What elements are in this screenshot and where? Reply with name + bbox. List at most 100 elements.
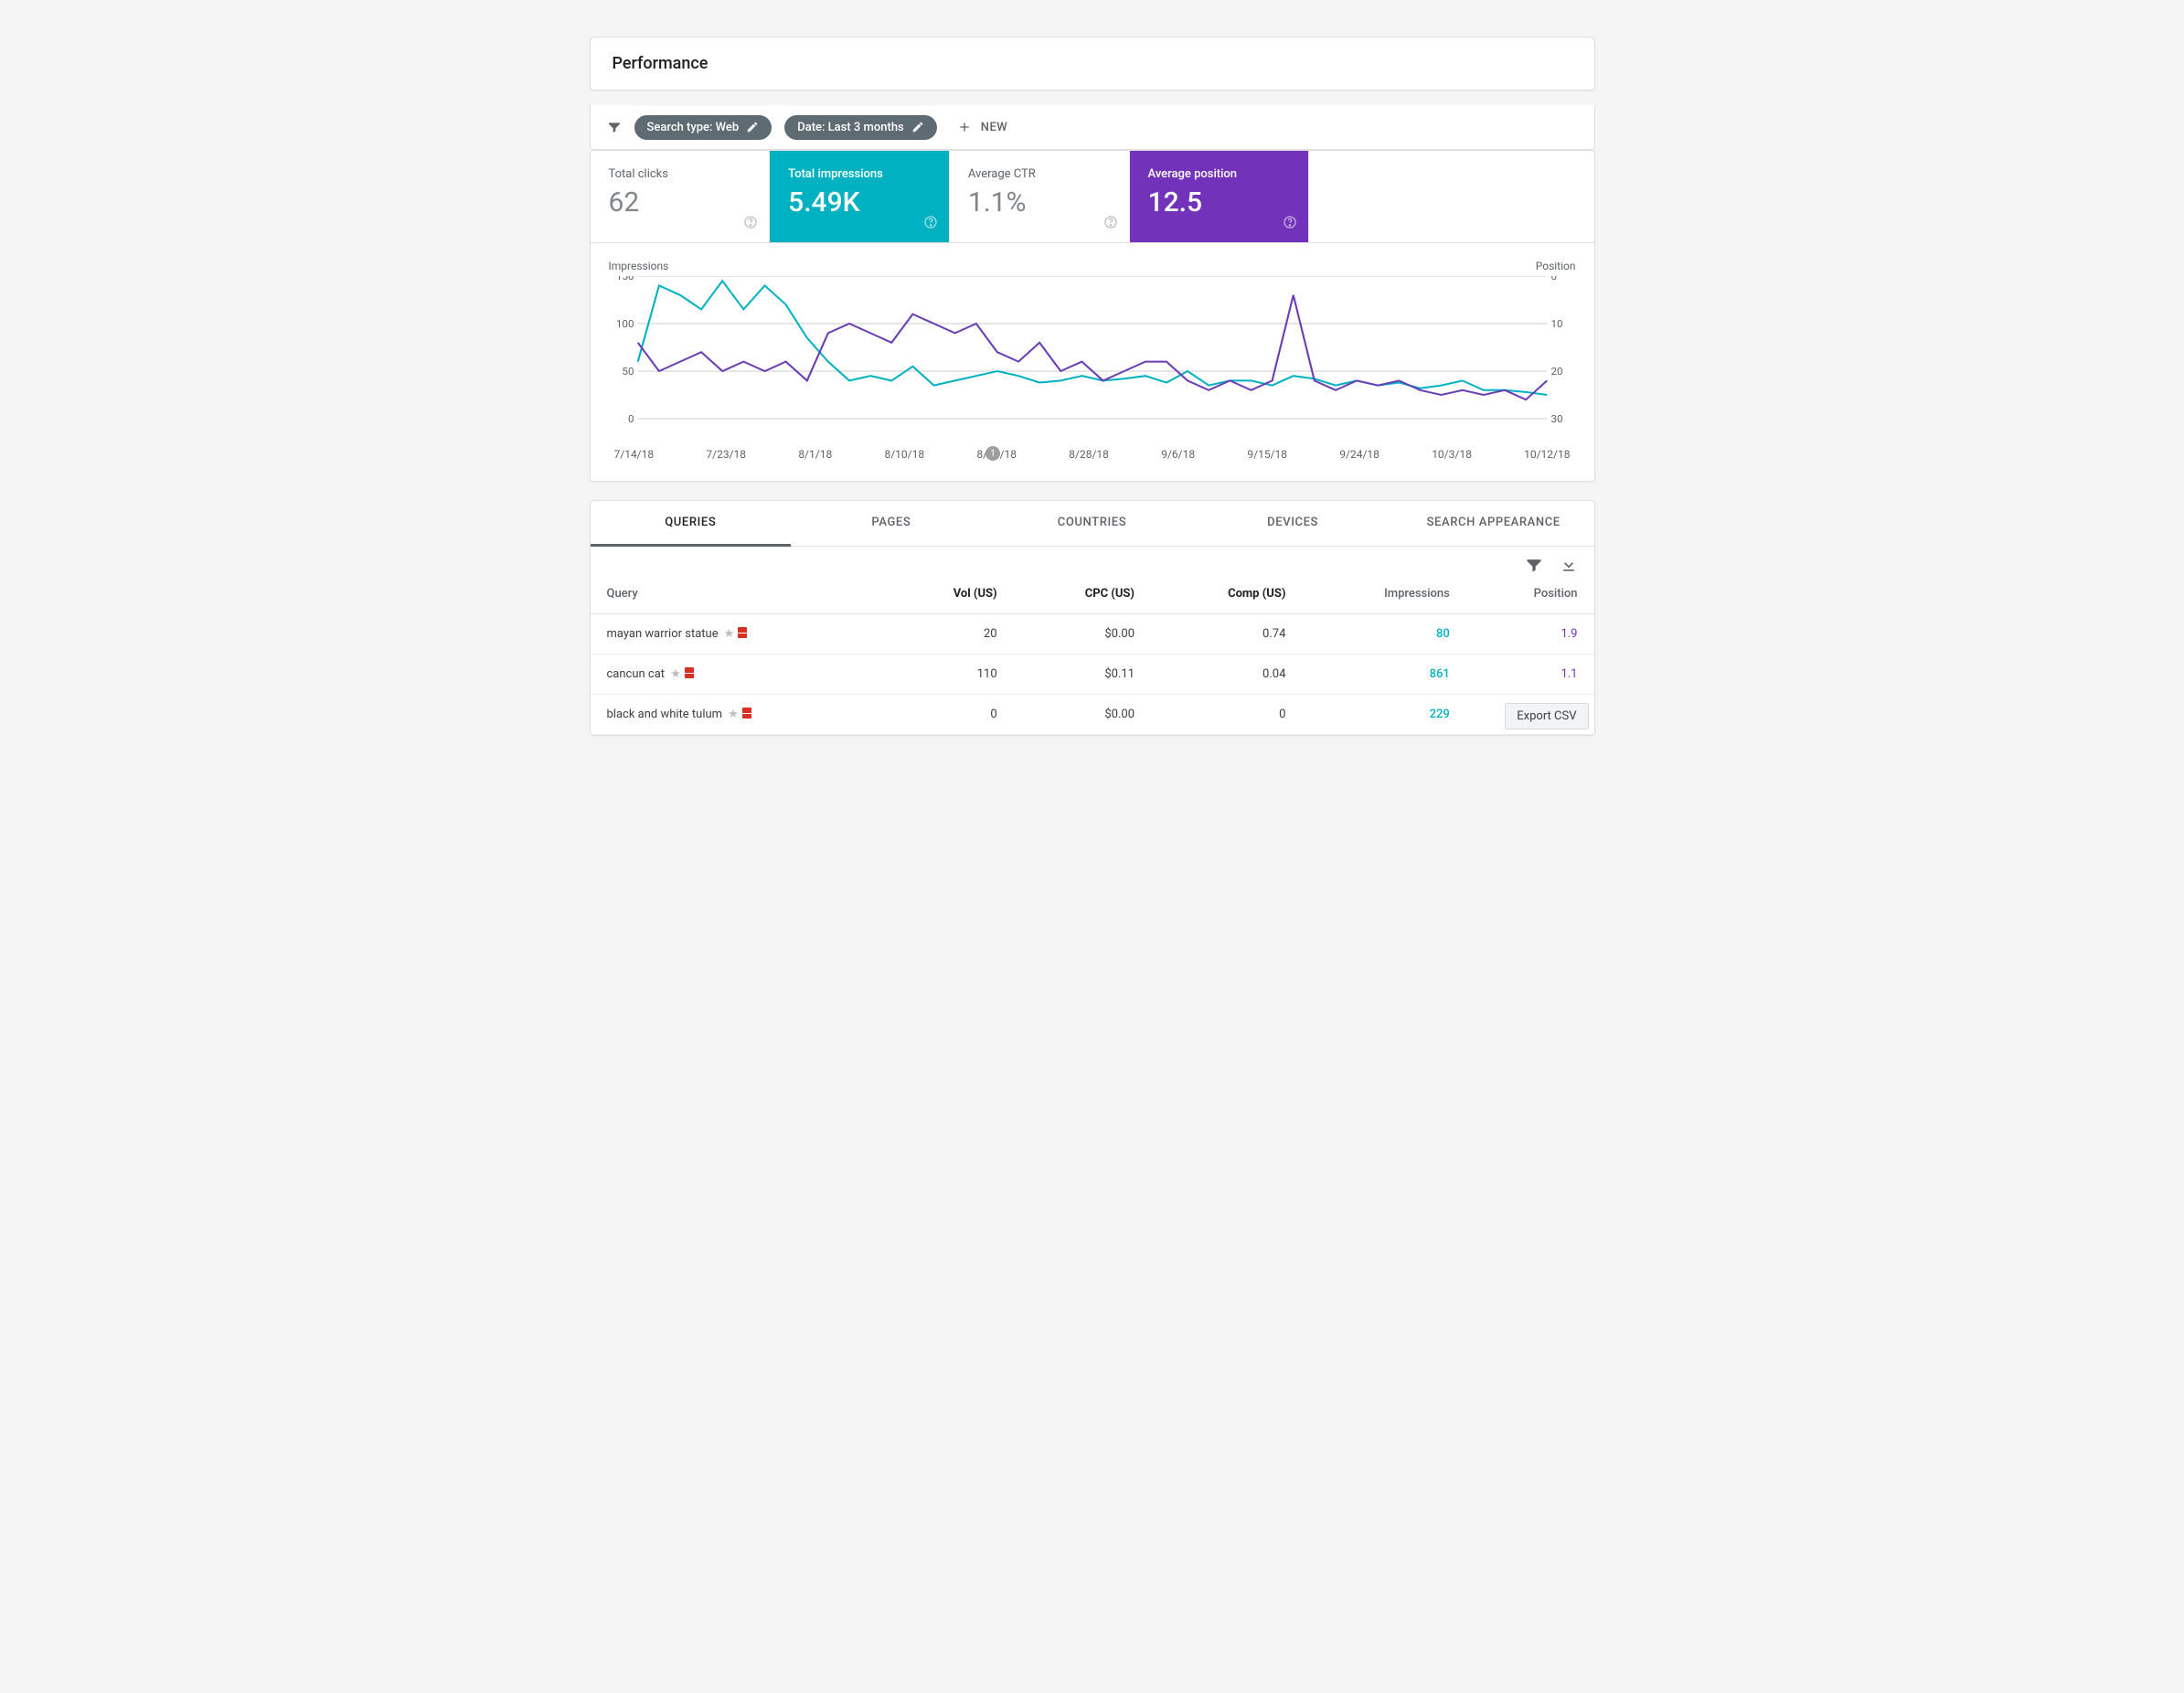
- svg-text:0: 0: [1550, 276, 1557, 282]
- svg-text:100: 100: [615, 317, 634, 330]
- table-row[interactable]: mayan warrior statue★20$0.000.74801.9: [591, 614, 1594, 655]
- search-type-chip[interactable]: Search type: Web: [634, 115, 772, 140]
- chart-area: Impressions Position 150 100 50 0: [591, 243, 1594, 481]
- star-icon[interactable]: ★: [670, 667, 681, 681]
- tab-countries[interactable]: COUNTRIES: [992, 501, 1193, 546]
- cell-position: 1.9: [1466, 614, 1594, 655]
- svg-text:50: 50: [622, 365, 634, 378]
- star-icon[interactable]: ★: [724, 627, 735, 641]
- plus-icon: [957, 120, 972, 134]
- col-vol[interactable]: Vol (US): [886, 574, 1014, 614]
- table-row[interactable]: black and white tulum★0$0.000229: [591, 695, 1594, 735]
- keyword-tool-icon[interactable]: [742, 708, 751, 719]
- filter-icon[interactable]: [607, 120, 622, 134]
- metric-average-ctr[interactable]: Average CTR 1.1%: [950, 151, 1130, 242]
- cell-vol: 110: [886, 655, 1014, 695]
- col-comp[interactable]: Comp (US): [1151, 574, 1302, 614]
- cell-impressions: 80: [1302, 614, 1465, 655]
- tab-search-appearance[interactable]: SEARCH APPEARANCE: [1393, 501, 1594, 546]
- page-header: Performance: [590, 37, 1595, 91]
- col-position[interactable]: Position: [1466, 574, 1594, 614]
- x-tick: 8/28/18: [1069, 448, 1109, 461]
- x-tick: 7/14/18: [614, 448, 655, 461]
- metric-average-position[interactable]: Average position 12.5: [1130, 151, 1310, 242]
- export-csv-button[interactable]: Export CSV: [1505, 703, 1588, 729]
- chart-right-axis-label: Position: [1536, 260, 1576, 272]
- x-tick: 7/23/18: [706, 448, 746, 461]
- col-cpc[interactable]: CPC (US): [1014, 574, 1151, 614]
- svg-text:150: 150: [615, 276, 634, 282]
- cell-query: mayan warrior statue★: [591, 614, 886, 655]
- tab-devices[interactable]: DEVICES: [1192, 501, 1393, 546]
- col-impressions[interactable]: Impressions: [1302, 574, 1465, 614]
- x-tick: 8/1/18: [798, 448, 832, 461]
- metric-spacer: [1309, 151, 1593, 242]
- help-icon[interactable]: [743, 215, 758, 233]
- x-tick: 10/12/18: [1524, 448, 1570, 461]
- table-row[interactable]: cancun cat★110$0.110.048611.1: [591, 655, 1594, 695]
- metrics-card: Total clicks 62 Total impressions 5.49K …: [590, 150, 1595, 482]
- table-toolbar: [591, 547, 1594, 574]
- keyword-tool-icon[interactable]: [738, 627, 747, 638]
- x-tick: 9/15/18: [1247, 448, 1287, 461]
- cell-vol: 20: [886, 614, 1014, 655]
- metric-total-clicks[interactable]: Total clicks 62: [591, 151, 771, 242]
- metric-value: 62: [609, 186, 751, 218]
- download-icon[interactable]: [1560, 556, 1578, 574]
- cell-position: 1.1: [1466, 655, 1594, 695]
- cell-cpc: $0.00: [1014, 614, 1151, 655]
- metric-value: 5.49K: [788, 186, 931, 218]
- svg-text:0: 0: [627, 412, 634, 425]
- data-table-card: QUERIESPAGESCOUNTRIESDEVICESSEARCH APPEA…: [590, 500, 1595, 736]
- x-tick: 8/10/18: [884, 448, 924, 461]
- cell-comp: 0.74: [1151, 614, 1302, 655]
- metric-total-impressions[interactable]: Total impressions 5.49K: [770, 151, 950, 242]
- edit-icon: [746, 121, 759, 133]
- page-title: Performance: [613, 54, 1572, 73]
- new-filter-label: NEW: [981, 121, 1008, 134]
- metrics-row: Total clicks 62 Total impressions 5.49K …: [591, 151, 1594, 243]
- x-tick: 10/3/18: [1432, 448, 1472, 461]
- svg-text:10: 10: [1550, 317, 1562, 330]
- metric-label: Average CTR: [968, 167, 1111, 181]
- chart-left-axis-label: Impressions: [609, 260, 669, 272]
- date-chip[interactable]: Date: Last 3 months: [784, 115, 937, 140]
- col-query[interactable]: Query: [591, 574, 886, 614]
- cell-impressions: 861: [1302, 655, 1465, 695]
- chart-svg: 150 100 50 0 0 10 20 30: [609, 276, 1576, 441]
- help-icon[interactable]: [923, 215, 938, 233]
- metric-label: Total impressions: [788, 167, 931, 181]
- keyword-tool-icon[interactable]: [685, 667, 694, 678]
- chart-annotation[interactable]: 1: [985, 446, 1000, 461]
- x-tick: 9/6/18: [1161, 448, 1195, 461]
- queries-table: Query Vol (US) CPC (US) Comp (US) Impres…: [591, 574, 1594, 735]
- edit-icon: [911, 121, 924, 133]
- cell-impressions: 229: [1302, 695, 1465, 735]
- cell-vol: 0: [886, 695, 1014, 735]
- cell-cpc: $0.00: [1014, 695, 1151, 735]
- metric-value: 1.1%: [968, 186, 1111, 218]
- svg-text:20: 20: [1550, 365, 1562, 378]
- metric-label: Total clicks: [609, 167, 751, 181]
- star-icon[interactable]: ★: [728, 708, 739, 721]
- chart-x-ticks: 7/14/187/23/188/1/188/10/188/19/188/28/1…: [609, 448, 1576, 461]
- table-filter-icon[interactable]: [1525, 556, 1543, 574]
- help-icon[interactable]: [1103, 215, 1118, 233]
- cell-comp: 0: [1151, 695, 1302, 735]
- cell-cpc: $0.11: [1014, 655, 1151, 695]
- chart[interactable]: 150 100 50 0 0 10 20 30 1: [609, 276, 1576, 441]
- tab-pages[interactable]: PAGES: [791, 501, 992, 546]
- cell-comp: 0.04: [1151, 655, 1302, 695]
- filter-bar: Search type: Web Date: Last 3 months NEW: [590, 105, 1595, 150]
- svg-text:30: 30: [1550, 412, 1562, 425]
- metric-value: 12.5: [1148, 186, 1291, 218]
- new-filter-button[interactable]: NEW: [950, 114, 1016, 140]
- help-icon[interactable]: [1283, 215, 1297, 233]
- search-type-chip-label: Search type: Web: [647, 121, 740, 134]
- tab-queries[interactable]: QUERIES: [591, 501, 792, 547]
- cell-query: black and white tulum★: [591, 695, 886, 735]
- cell-query: cancun cat★: [591, 655, 886, 695]
- metric-label: Average position: [1148, 167, 1291, 181]
- date-chip-label: Date: Last 3 months: [797, 121, 904, 134]
- tabs: QUERIESPAGESCOUNTRIESDEVICESSEARCH APPEA…: [591, 501, 1594, 547]
